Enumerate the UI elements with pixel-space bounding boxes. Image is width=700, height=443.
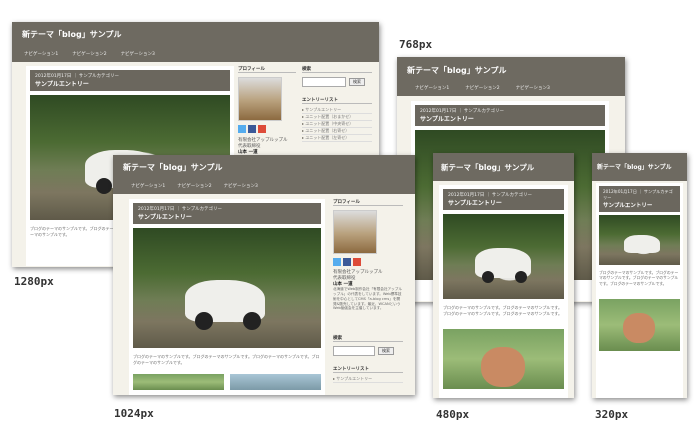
site-header: 新テーマ「blog」サンプル: [113, 155, 415, 180]
search-heading: 検索: [333, 335, 403, 342]
site-title[interactable]: 新テーマ「blog」サンプル: [441, 163, 534, 172]
entry-photo-tertiary: [230, 374, 321, 390]
profile-bio: 北海道でWeb制作会社「有限会社アップルップル」の代表をしています。Web標準技…: [333, 287, 402, 311]
screenshot-320: 新テーマ「blog」サンプル 2012年01月17日 ｜ サンプルカテゴリー サ…: [592, 153, 687, 398]
entry-photo-secondary: [443, 329, 564, 389]
entries-heading: エントリーリスト: [302, 97, 372, 104]
entry-date: 2012年01月17日: [603, 189, 637, 194]
search-heading: 検索: [302, 66, 372, 73]
social-icons: [238, 125, 296, 133]
entries-heading: エントリーリスト: [333, 366, 403, 373]
site-header: 新テーマ「blog」サンプル: [397, 57, 625, 82]
entry-photo: [133, 228, 321, 348]
twitter-icon[interactable]: [238, 125, 246, 133]
nav-item-2[interactable]: ナビゲーション2: [72, 51, 106, 62]
nav-item-1[interactable]: ナビゲーション1: [415, 85, 449, 96]
entry-title-box: 2012年01月17日 ｜ サンプルカテゴリー サンプルエントリー: [415, 105, 605, 126]
global-nav: ナビゲーション1 ナビゲーション2 ナビゲーション3: [12, 48, 379, 62]
facebook-icon[interactable]: [248, 125, 256, 133]
entry-photo-secondary: [133, 374, 224, 390]
entry-list-item[interactable]: ユニット配置（中央寄せ）: [302, 121, 372, 128]
entry-body: ブログのテーマのサンプルです。ブログのテーマのサンプルです。ブログのテーマのサン…: [599, 270, 679, 286]
main-content: 2012年01月17日 ｜ サンプルカテゴリー サンプルエントリー ブログのテー…: [596, 183, 683, 398]
entry-list: サンプルエントリー ユニット配置（おまかせ） ユニット配置（中央寄せ） ユニット…: [302, 107, 372, 142]
entry-list-item[interactable]: サンプルエントリー: [333, 376, 403, 383]
entry-list-item[interactable]: サンプルエントリー: [302, 107, 372, 114]
entry-photo-secondary: [599, 299, 680, 351]
avatar: [333, 210, 377, 254]
entry-title-box: 2012年01月17日 ｜ サンプルカテゴリー サンプルエントリー: [599, 186, 680, 212]
nav-item-3[interactable]: ナビゲーション3: [121, 51, 155, 62]
screenshot-1024: 新テーマ「blog」サンプル ナビゲーション1 ナビゲーション2 ナビゲーション…: [113, 155, 415, 395]
label-320: 320px: [595, 408, 629, 421]
entry-title-box: 2012年01月17日 ｜ サンプルカテゴリー サンプルエントリー: [30, 70, 230, 91]
nav-item-2[interactable]: ナビゲーション2: [465, 85, 499, 96]
facebook-icon[interactable]: [343, 258, 351, 266]
entry-list-item[interactable]: ユニット配置（おまかせ）: [302, 114, 372, 121]
entry-title[interactable]: サンプルエントリー: [420, 114, 600, 123]
label-1024: 1024px: [114, 407, 154, 420]
profile-heading: プロフィール: [238, 66, 296, 73]
sidebar: プロフィール 有限会社アップルップル 代表取締役 山本 一道 北海道でWeb制作…: [333, 199, 403, 383]
site-header: 新テーマ「blog」サンプル: [12, 22, 379, 48]
entry-title[interactable]: サンプルエントリー: [138, 212, 316, 221]
label-1280: 1280px: [14, 275, 54, 288]
search-form: 検索: [302, 77, 372, 87]
main-content: 2012年01月17日 ｜ サンプルカテゴリー サンプルエントリー ブログのテー…: [439, 185, 568, 398]
screenshot-480: 新テーマ「blog」サンプル 2012年01月17日 ｜ サンプルカテゴリー サ…: [433, 153, 574, 398]
site-title[interactable]: 新テーマ「blog」サンプル: [123, 163, 222, 172]
sidebar-right: 検索 検索 エントリーリスト サンプルエントリー ユニット配置（おまかせ） ユニ…: [302, 66, 372, 142]
site-header: 新テーマ「blog」サンプル: [592, 153, 687, 181]
main-content: 2012年01月17日 ｜ サンプルカテゴリー サンプルエントリー ブログのテー…: [129, 199, 325, 395]
entry-title[interactable]: サンプルエントリー: [35, 79, 225, 88]
nav-item-3[interactable]: ナビゲーション3: [516, 85, 550, 96]
entry-title-box: 2012年01月17日 ｜ サンプルカテゴリー サンプルエントリー: [443, 189, 564, 210]
profile-heading: プロフィール: [333, 199, 403, 206]
search-input[interactable]: [302, 77, 346, 87]
label-480: 480px: [436, 408, 470, 421]
entry-title[interactable]: サンプルエントリー: [448, 198, 559, 207]
googleplus-icon[interactable]: [258, 125, 266, 133]
search-button[interactable]: 検索: [349, 78, 365, 86]
entry-body: ブログのテーマのサンプルです。ブログのテーマのサンプルです。ブログのテーマのサン…: [443, 305, 562, 316]
search-form: 検索: [333, 346, 403, 356]
nav-item-1[interactable]: ナビゲーション1: [131, 183, 165, 194]
sidebar-left: プロフィール 有限会社アップルップル 代表取締役 山本 一道: [238, 66, 296, 155]
site-header: 新テーマ「blog」サンプル: [433, 153, 574, 181]
avatar: [238, 77, 282, 121]
entry-title-box: 2012年01月17日 ｜ サンプルカテゴリー サンプルエントリー: [133, 203, 321, 224]
site-title[interactable]: 新テーマ「blog」サンプル: [597, 164, 672, 171]
global-nav: ナビゲーション1 ナビゲーション2 ナビゲーション3: [397, 82, 625, 96]
twitter-icon[interactable]: [333, 258, 341, 266]
site-title[interactable]: 新テーマ「blog」サンプル: [22, 30, 121, 39]
entry-list-item[interactable]: ユニット配置（右寄せ）: [302, 128, 372, 135]
googleplus-icon[interactable]: [353, 258, 361, 266]
search-input[interactable]: [333, 346, 375, 356]
social-icons: [333, 258, 403, 266]
entry-list: サンプルエントリー: [333, 376, 403, 383]
entry-body: ブログのテーマのサンプルです。ブログのテーマのサンプルです。ブログのテーマのサン…: [133, 354, 320, 365]
site-title[interactable]: 新テーマ「blog」サンプル: [407, 66, 506, 75]
entry-list-item[interactable]: ユニット配置（左寄せ）: [302, 135, 372, 142]
search-button[interactable]: 検索: [378, 347, 394, 355]
entry-photo: [443, 214, 564, 299]
nav-item-3[interactable]: ナビゲーション3: [224, 183, 258, 194]
nav-item-2[interactable]: ナビゲーション2: [177, 183, 211, 194]
global-nav: ナビゲーション1 ナビゲーション2 ナビゲーション3: [113, 180, 415, 194]
entry-title[interactable]: サンプルエントリー: [603, 201, 676, 209]
entry-photo: [599, 215, 680, 265]
nav-item-1[interactable]: ナビゲーション1: [24, 51, 58, 62]
label-768: 768px: [399, 38, 433, 51]
